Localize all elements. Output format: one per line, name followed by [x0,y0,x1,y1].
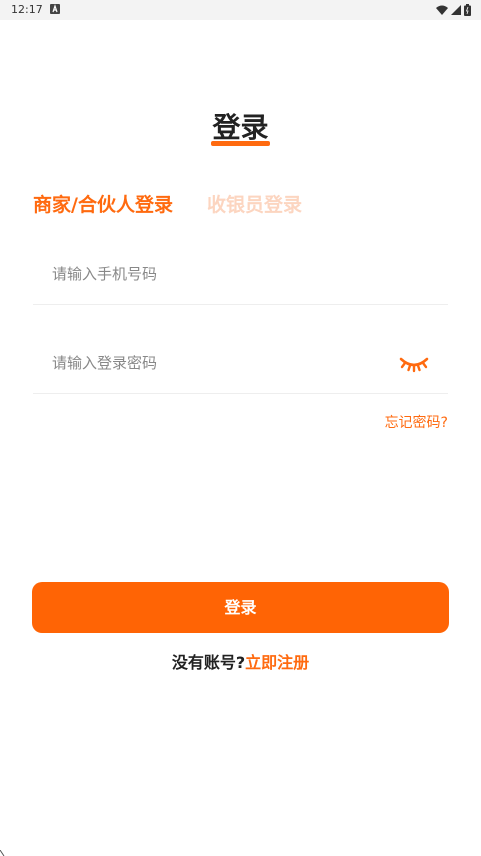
password-input-row [33,333,448,394]
login-button[interactable]: 登录 [32,582,449,633]
page-title-text: 登录 [212,111,269,144]
eye-closed-icon[interactable] [398,351,430,375]
corner-mark-icon [0,850,5,856]
signal-icon [451,4,461,15]
status-time: 12:17 [11,3,43,16]
page-title: 登录 [0,108,481,148]
battery-icon [464,4,471,16]
phone-input-row [33,244,448,305]
status-icons [436,3,471,17]
register-line: 没有账号?立即注册 [0,650,481,676]
tab-cashier-login[interactable]: 收银员登录 [207,190,302,220]
register-prompt: 没有账号? [171,653,246,672]
tab-merchant-partner-login[interactable]: 商家/合伙人登录 [33,190,173,220]
phone-input[interactable] [52,259,392,289]
wifi-icon [436,5,448,15]
notification-a-icon [50,4,60,14]
password-input[interactable] [52,348,392,378]
status-bar: 12:17 [0,0,481,20]
forgot-password-link[interactable]: 忘记密码? [385,412,448,434]
register-link[interactable]: 立即注册 [245,653,309,672]
